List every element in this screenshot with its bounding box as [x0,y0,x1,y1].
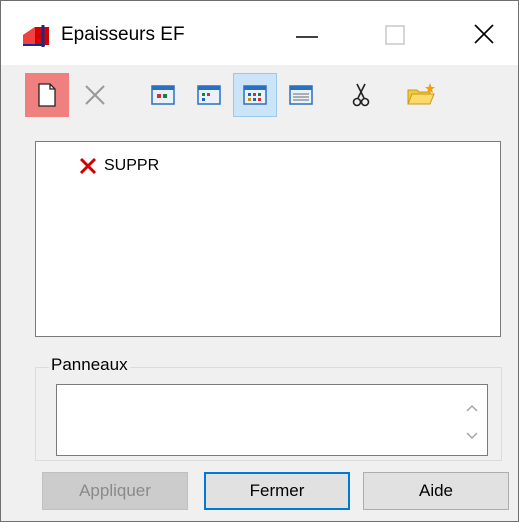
close-button[interactable] [461,15,507,57]
cut-button[interactable] [339,73,383,117]
delete-x-icon [85,85,105,105]
app-icon [23,25,49,47]
element-list[interactable]: SUPPR [35,141,501,337]
scissors-icon [352,83,370,107]
view-list-icon [243,85,267,105]
close-icon [474,24,494,44]
view-small-icons-icon [197,85,221,105]
minimize-button[interactable] [285,15,331,57]
window-title: Epaisseurs EF [61,24,185,45]
red-x-icon [79,157,97,175]
title-bar[interactable]: Epaisseurs EF [1,1,518,65]
view-details-icon [289,85,313,105]
delete-button[interactable] [73,73,117,117]
open-folder-button[interactable] [399,73,443,117]
list-item-label: SUPPR [104,157,160,174]
dialog-window: Epaisseurs EF SUPPR Panneaux Appliquer F… [0,0,519,522]
maximize-button[interactable] [373,15,419,57]
toolbar [1,65,518,125]
minimize-icon [296,36,318,38]
scroll-down-icon[interactable] [465,431,479,441]
folder-star-icon [407,83,435,105]
view-large-icons-button[interactable] [141,73,185,117]
view-list-button[interactable] [233,73,277,117]
new-document-button[interactable] [25,73,69,117]
new-document-icon [38,83,56,107]
help-button[interactable]: Aide [363,472,509,510]
panneaux-field[interactable] [56,384,488,456]
apply-button[interactable]: Appliquer [42,472,188,510]
view-large-icons-icon [151,85,175,105]
list-item[interactable]: SUPPR [78,156,159,176]
close-dialog-button[interactable]: Fermer [204,472,350,510]
panneaux-group-label: Panneaux [49,355,130,375]
maximize-icon [385,25,405,45]
view-small-icons-button[interactable] [187,73,231,117]
scroll-up-icon[interactable] [465,403,479,413]
view-details-button[interactable] [279,73,323,117]
